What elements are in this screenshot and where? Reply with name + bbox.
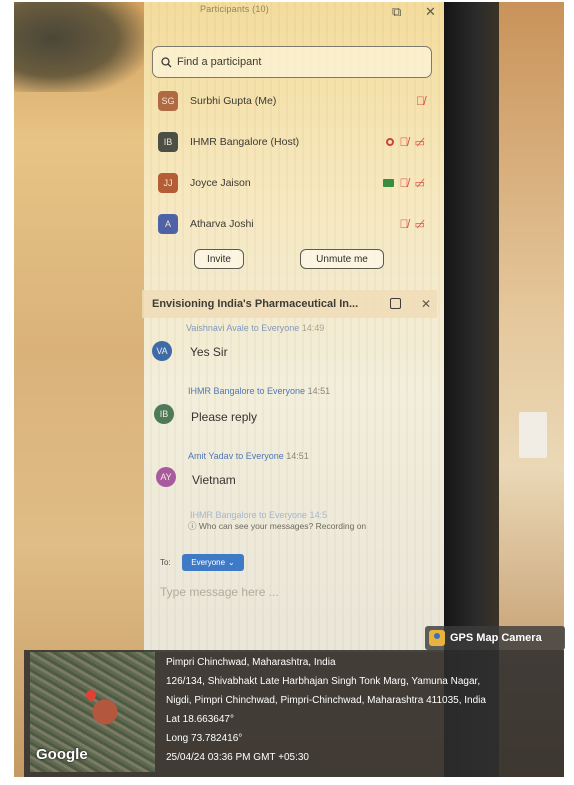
invite-button[interactable]: Invite [194, 249, 244, 269]
popout-icon[interactable]: ⧉ [392, 4, 401, 20]
gps-longitude: Long 73.782416° [166, 733, 243, 744]
message-sender: IHMR Bangalore to Everyone 14:51 [188, 386, 331, 396]
mic-off-icon[interactable]: 🎙̸ [400, 135, 409, 149]
mic-off-icon[interactable]: 🎙̸ [416, 94, 425, 108]
participant-name: Atharva Joshi [190, 218, 254, 230]
close-icon[interactable]: ✕ [425, 4, 436, 20]
background-shadow [14, 2, 144, 92]
recipient-dropdown[interactable]: Everyone ⌄ [182, 554, 244, 571]
chat-message: Please reply [191, 410, 258, 424]
participant-name: Surbhi Gupta (Me) [190, 95, 277, 107]
camera-off-icon[interactable]: ▭̸ [415, 218, 425, 231]
participants-title: Participants (10) [200, 4, 269, 14]
mic-off-icon[interactable]: 🎙̸ [400, 176, 409, 190]
popout-chat-icon[interactable] [390, 298, 401, 309]
chat-input[interactable] [160, 582, 420, 602]
participant-row[interactable]: SG Surbhi Gupta (Me) 🎙̸ [158, 88, 433, 114]
avatar: A [158, 214, 178, 234]
search-input[interactable] [177, 56, 417, 68]
gps-timestamp: 25/04/24 03:36 PM GMT +05:30 [166, 752, 309, 763]
chevron-down-icon: ⌄ [228, 558, 235, 567]
chat-title: Envisioning India's Pharmaceutical In... [152, 298, 359, 310]
unmute-button[interactable]: Unmute me [300, 249, 384, 269]
participant-name: Joyce Jaison [190, 177, 251, 189]
avatar: AY [156, 467, 176, 487]
gps-location: Pimpri Chinchwad, Maharashtra, India [166, 657, 336, 668]
visibility-hint[interactable]: ⓘ Who can see your messages? Recording o… [188, 520, 366, 532]
mic-off-icon[interactable]: 🎙̸ [400, 217, 409, 231]
gps-camera-icon [429, 630, 445, 646]
recording-icon [385, 138, 394, 146]
gps-address-line: Nigdi, Pimpri Chinchwad, Pimpri-Chinchwa… [166, 695, 486, 706]
camera-off-icon[interactable]: ▭̸ [415, 136, 425, 149]
gps-address-line: 126/134, Shivabhakt Late Harbhajan Singh… [166, 676, 481, 687]
participant-row[interactable]: A Atharva Joshi 🎙̸ ▭̸ [158, 211, 433, 237]
participant-row[interactable]: IB IHMR Bangalore (Host) 🎙̸ ▭̸ [158, 129, 433, 155]
switch-plate [519, 412, 547, 458]
message-sender: Amit Yadav to Everyone 14:51 [188, 451, 309, 461]
avatar: IB [158, 132, 178, 152]
camera-off-icon[interactable]: ▭̸ [415, 177, 425, 190]
info-icon: ⓘ [188, 521, 197, 531]
participant-row[interactable]: JJ Joyce Jaison 🎙̸ ▭̸ [158, 170, 433, 196]
message-sender-partial: IHMR Bangalore to Everyone 14:5 [190, 510, 328, 520]
map-provider-label: Google [36, 746, 88, 763]
avatar: IB [154, 404, 174, 424]
avatar: JJ [158, 173, 178, 193]
chat-message: Vietnam [192, 473, 236, 487]
message-sender: Vaishnavi Avale to Everyone 14:49 [186, 323, 325, 333]
chat-message: Yes Sir [190, 345, 228, 359]
to-label: To: [160, 558, 171, 567]
participant-search[interactable] [152, 46, 432, 78]
close-chat-icon[interactable]: ✕ [421, 297, 431, 311]
screen-share-icon [382, 179, 394, 187]
participant-name: IHMR Bangalore (Host) [190, 136, 300, 148]
avatar: VA [152, 341, 172, 361]
search-icon [161, 56, 172, 67]
gps-brand: GPS Map Camera [425, 626, 565, 650]
gps-latitude: Lat 18.663647° [166, 714, 234, 725]
avatar: SG [158, 91, 178, 111]
